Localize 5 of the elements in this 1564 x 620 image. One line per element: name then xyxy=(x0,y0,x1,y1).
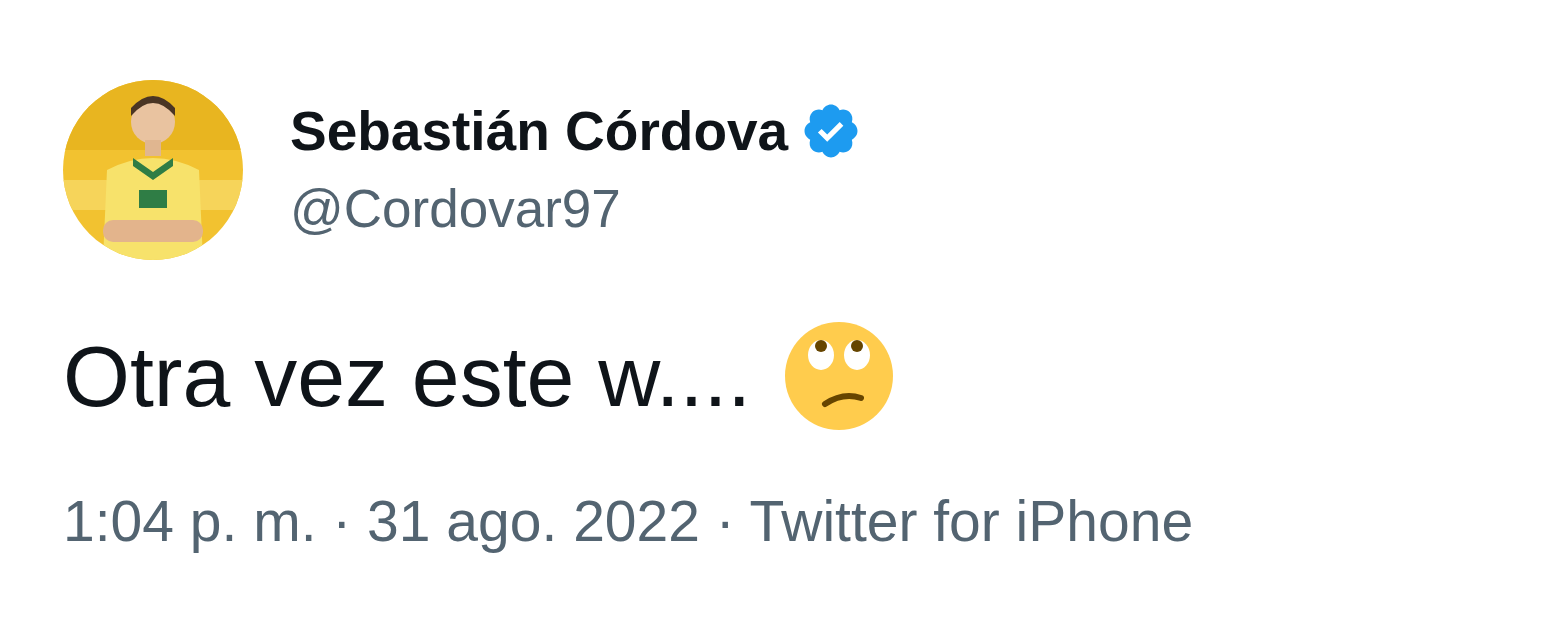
author-name[interactable]: Sebastián Córdova xyxy=(290,99,789,163)
tweet-text: Otra vez este w.... xyxy=(63,326,752,426)
eye-roll-face-icon xyxy=(785,322,894,430)
author-handle[interactable]: @Cordovar97 xyxy=(290,170,863,248)
tweet-timestamp[interactable]: 1:04 p. m. · 31 ago. 2022 · Twitter for iPhone xyxy=(63,486,1564,556)
